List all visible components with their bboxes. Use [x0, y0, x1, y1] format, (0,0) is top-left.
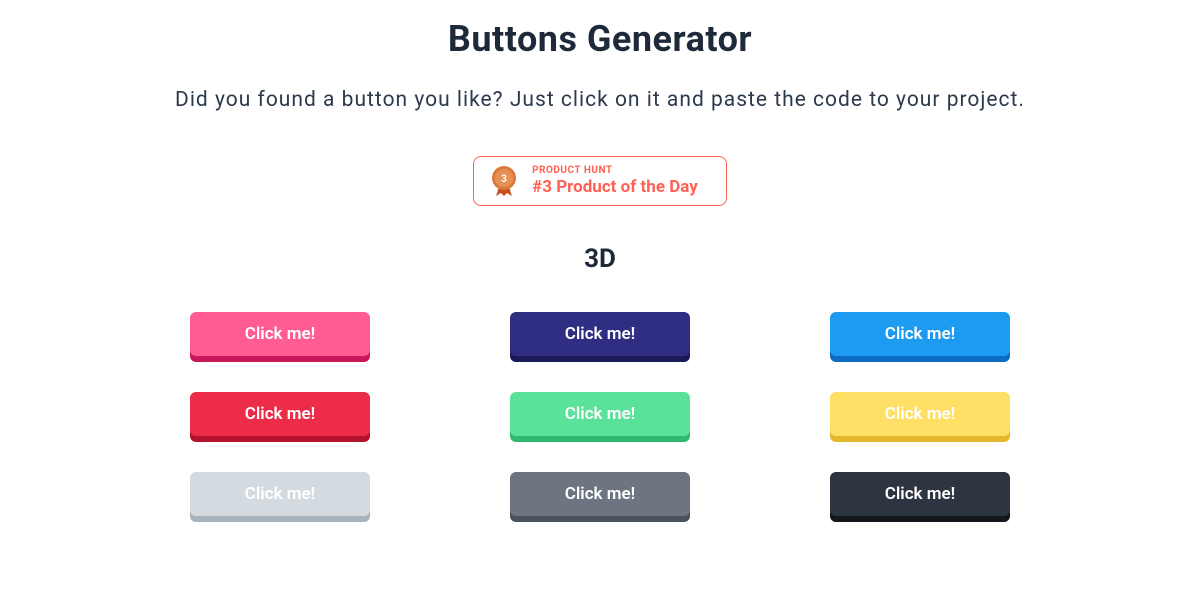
demo-button-5[interactable]: Click me! — [510, 392, 690, 436]
demo-button-8[interactable]: Click me! — [510, 472, 690, 516]
button-grid: Click me! Click me! Click me! Click me! Clic… — [0, 312, 1200, 516]
demo-button-6[interactable]: Click me! — [830, 392, 1010, 436]
page-subtitle: Did you found a button you like? Just cl… — [0, 88, 1200, 112]
svg-text:3: 3 — [501, 174, 507, 185]
product-hunt-rank: #3 Product of the Day — [532, 177, 698, 197]
section-title-3d: 3D — [0, 244, 1200, 274]
demo-button-7[interactable]: Click me! — [190, 472, 370, 516]
demo-button-4[interactable]: Click me! — [190, 392, 370, 436]
product-hunt-badge[interactable]: 3 PRODUCT HUNT #3 Product of the Day — [473, 156, 727, 206]
demo-button-2[interactable]: Click me! — [510, 312, 690, 356]
page-title: Buttons Generator — [0, 18, 1200, 60]
medal-icon: 3 — [488, 165, 520, 197]
product-hunt-label: PRODUCT HUNT — [532, 165, 698, 177]
demo-button-9[interactable]: Click me! — [830, 472, 1010, 516]
demo-button-1[interactable]: Click me! — [190, 312, 370, 356]
demo-button-3[interactable]: Click me! — [830, 312, 1010, 356]
